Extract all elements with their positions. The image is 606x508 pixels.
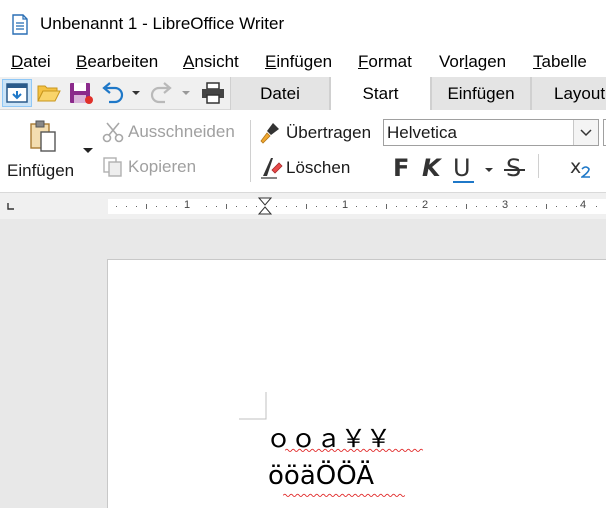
menubar-toggle-icon: [6, 83, 28, 103]
copy-icon: [103, 157, 122, 177]
paintbrush-icon: [260, 123, 279, 144]
folder-open-icon: [37, 85, 61, 102]
ribbon-separator: [250, 120, 251, 182]
print-button[interactable]: [197, 79, 229, 107]
chevron-down-icon[interactable]: [484, 167, 494, 174]
menu-tabelle[interactable]: Tabelle: [533, 52, 587, 72]
strikethrough-line: [504, 169, 525, 171]
menu-format[interactable]: Format: [358, 52, 412, 72]
eraser-icon: [261, 158, 283, 179]
menu-vorlagen[interactable]: Vorlagen: [439, 52, 506, 72]
menu-einfuegen[interactable]: Einfügen: [265, 52, 332, 72]
tab-einfuegen[interactable]: Einfügen: [431, 77, 531, 110]
writer-document-icon: [12, 14, 28, 35]
copy-label: Kopieren: [128, 157, 197, 176]
clone-label: Übertragen: [286, 123, 372, 142]
menu-bar: Datei Bearbeiten Ansicht Einfügen Format…: [0, 48, 606, 77]
menu-datei[interactable]: Datei: [11, 52, 51, 72]
undo-icon: [102, 82, 124, 104]
chevron-down-icon: [182, 91, 190, 95]
title-bar: Unbenannt 1 - LibreOffice Writer: [0, 0, 606, 48]
save-button[interactable]: [66, 79, 96, 107]
window-title: Unbenannt 1 - LibreOffice Writer: [40, 14, 285, 33]
undo-dropdown-button[interactable]: [128, 79, 144, 107]
font-name-combobox[interactable]: Helvetica: [383, 119, 599, 146]
copy-button[interactable]: Kopieren: [102, 156, 196, 178]
tab-stop-icon[interactable]: [7, 203, 15, 211]
clone-formatting-button[interactable]: Übertragen: [259, 121, 371, 145]
ribbon-separator: [538, 154, 539, 178]
underline-button[interactable]: U: [453, 154, 471, 182]
printer-icon: [202, 82, 224, 104]
subscript-button[interactable]: x: [570, 156, 581, 178]
redo-dropdown-button[interactable]: [178, 79, 194, 107]
document-text-line[interactable]: ööäÖÖÄ: [268, 461, 374, 491]
ruler-ticks: [116, 204, 597, 209]
undo-button[interactable]: [98, 79, 128, 107]
underline-label: U: [453, 154, 471, 182]
redo-icon: [150, 82, 172, 104]
menubar-toggle-button[interactable]: [2, 79, 32, 107]
bold-button[interactable]: F: [393, 154, 409, 182]
ruler-label: 1: [184, 199, 191, 211]
ruler-label: 4: [580, 199, 587, 211]
cut-label: Ausschneiden: [128, 122, 235, 141]
menu-ansicht[interactable]: Ansicht: [183, 52, 239, 72]
ruler-label: 1: [342, 199, 349, 211]
subscript-label: x: [570, 156, 582, 178]
spellcheck-underline: [282, 493, 406, 497]
tab-layout[interactable]: Layout: [531, 77, 606, 110]
paste-label[interactable]: Einfügen: [7, 161, 74, 181]
subscript-two-icon: [581, 166, 590, 178]
menu-bearbeiten[interactable]: Bearbeiten: [76, 52, 158, 72]
horizontal-ruler[interactable]: 1 1 2 3 4: [108, 199, 606, 214]
font-name-value: Helvetica: [387, 123, 457, 142]
clear-label: Löschen: [286, 158, 351, 177]
italic-button[interactable]: K: [422, 154, 441, 182]
indent-marker-icon[interactable]: [258, 197, 272, 217]
paste-dropdown-button[interactable]: [82, 147, 94, 155]
font-name-dropdown[interactable]: [573, 120, 598, 145]
document-area: ｏｏａ￥￥ ööäÖÖÄ: [0, 219, 606, 508]
cut-button[interactable]: Ausschneiden: [102, 121, 235, 143]
underline-color-bar: [453, 181, 474, 183]
ruler-area: 1 1 2 3 4: [0, 193, 606, 219]
scissors-icon: [102, 122, 124, 143]
ruler-label: 2: [422, 199, 429, 211]
spellcheck-underline: [284, 448, 424, 452]
redo-button[interactable]: [146, 79, 176, 107]
clipboard-icon: [30, 120, 56, 152]
open-button[interactable]: [34, 79, 64, 107]
chevron-down-icon: [132, 91, 140, 95]
text-boundary-corner: [239, 392, 267, 420]
tab-datei[interactable]: Datei: [230, 77, 330, 110]
chevron-down-icon: [580, 128, 592, 136]
chevron-down-icon: [83, 148, 93, 153]
tab-start[interactable]: Start: [330, 77, 431, 111]
ruler-label: 3: [502, 199, 509, 211]
paste-button[interactable]: [28, 120, 58, 154]
notebookbar-tab-row: Datei Start Einfügen Layout: [0, 77, 606, 111]
document-page[interactable]: ｏｏａ￥￥ ööäÖÖÄ: [107, 259, 606, 508]
save-icon: [70, 83, 93, 104]
clear-formatting-button[interactable]: Löschen: [259, 156, 350, 180]
strikethrough-button[interactable]: S: [506, 154, 521, 182]
